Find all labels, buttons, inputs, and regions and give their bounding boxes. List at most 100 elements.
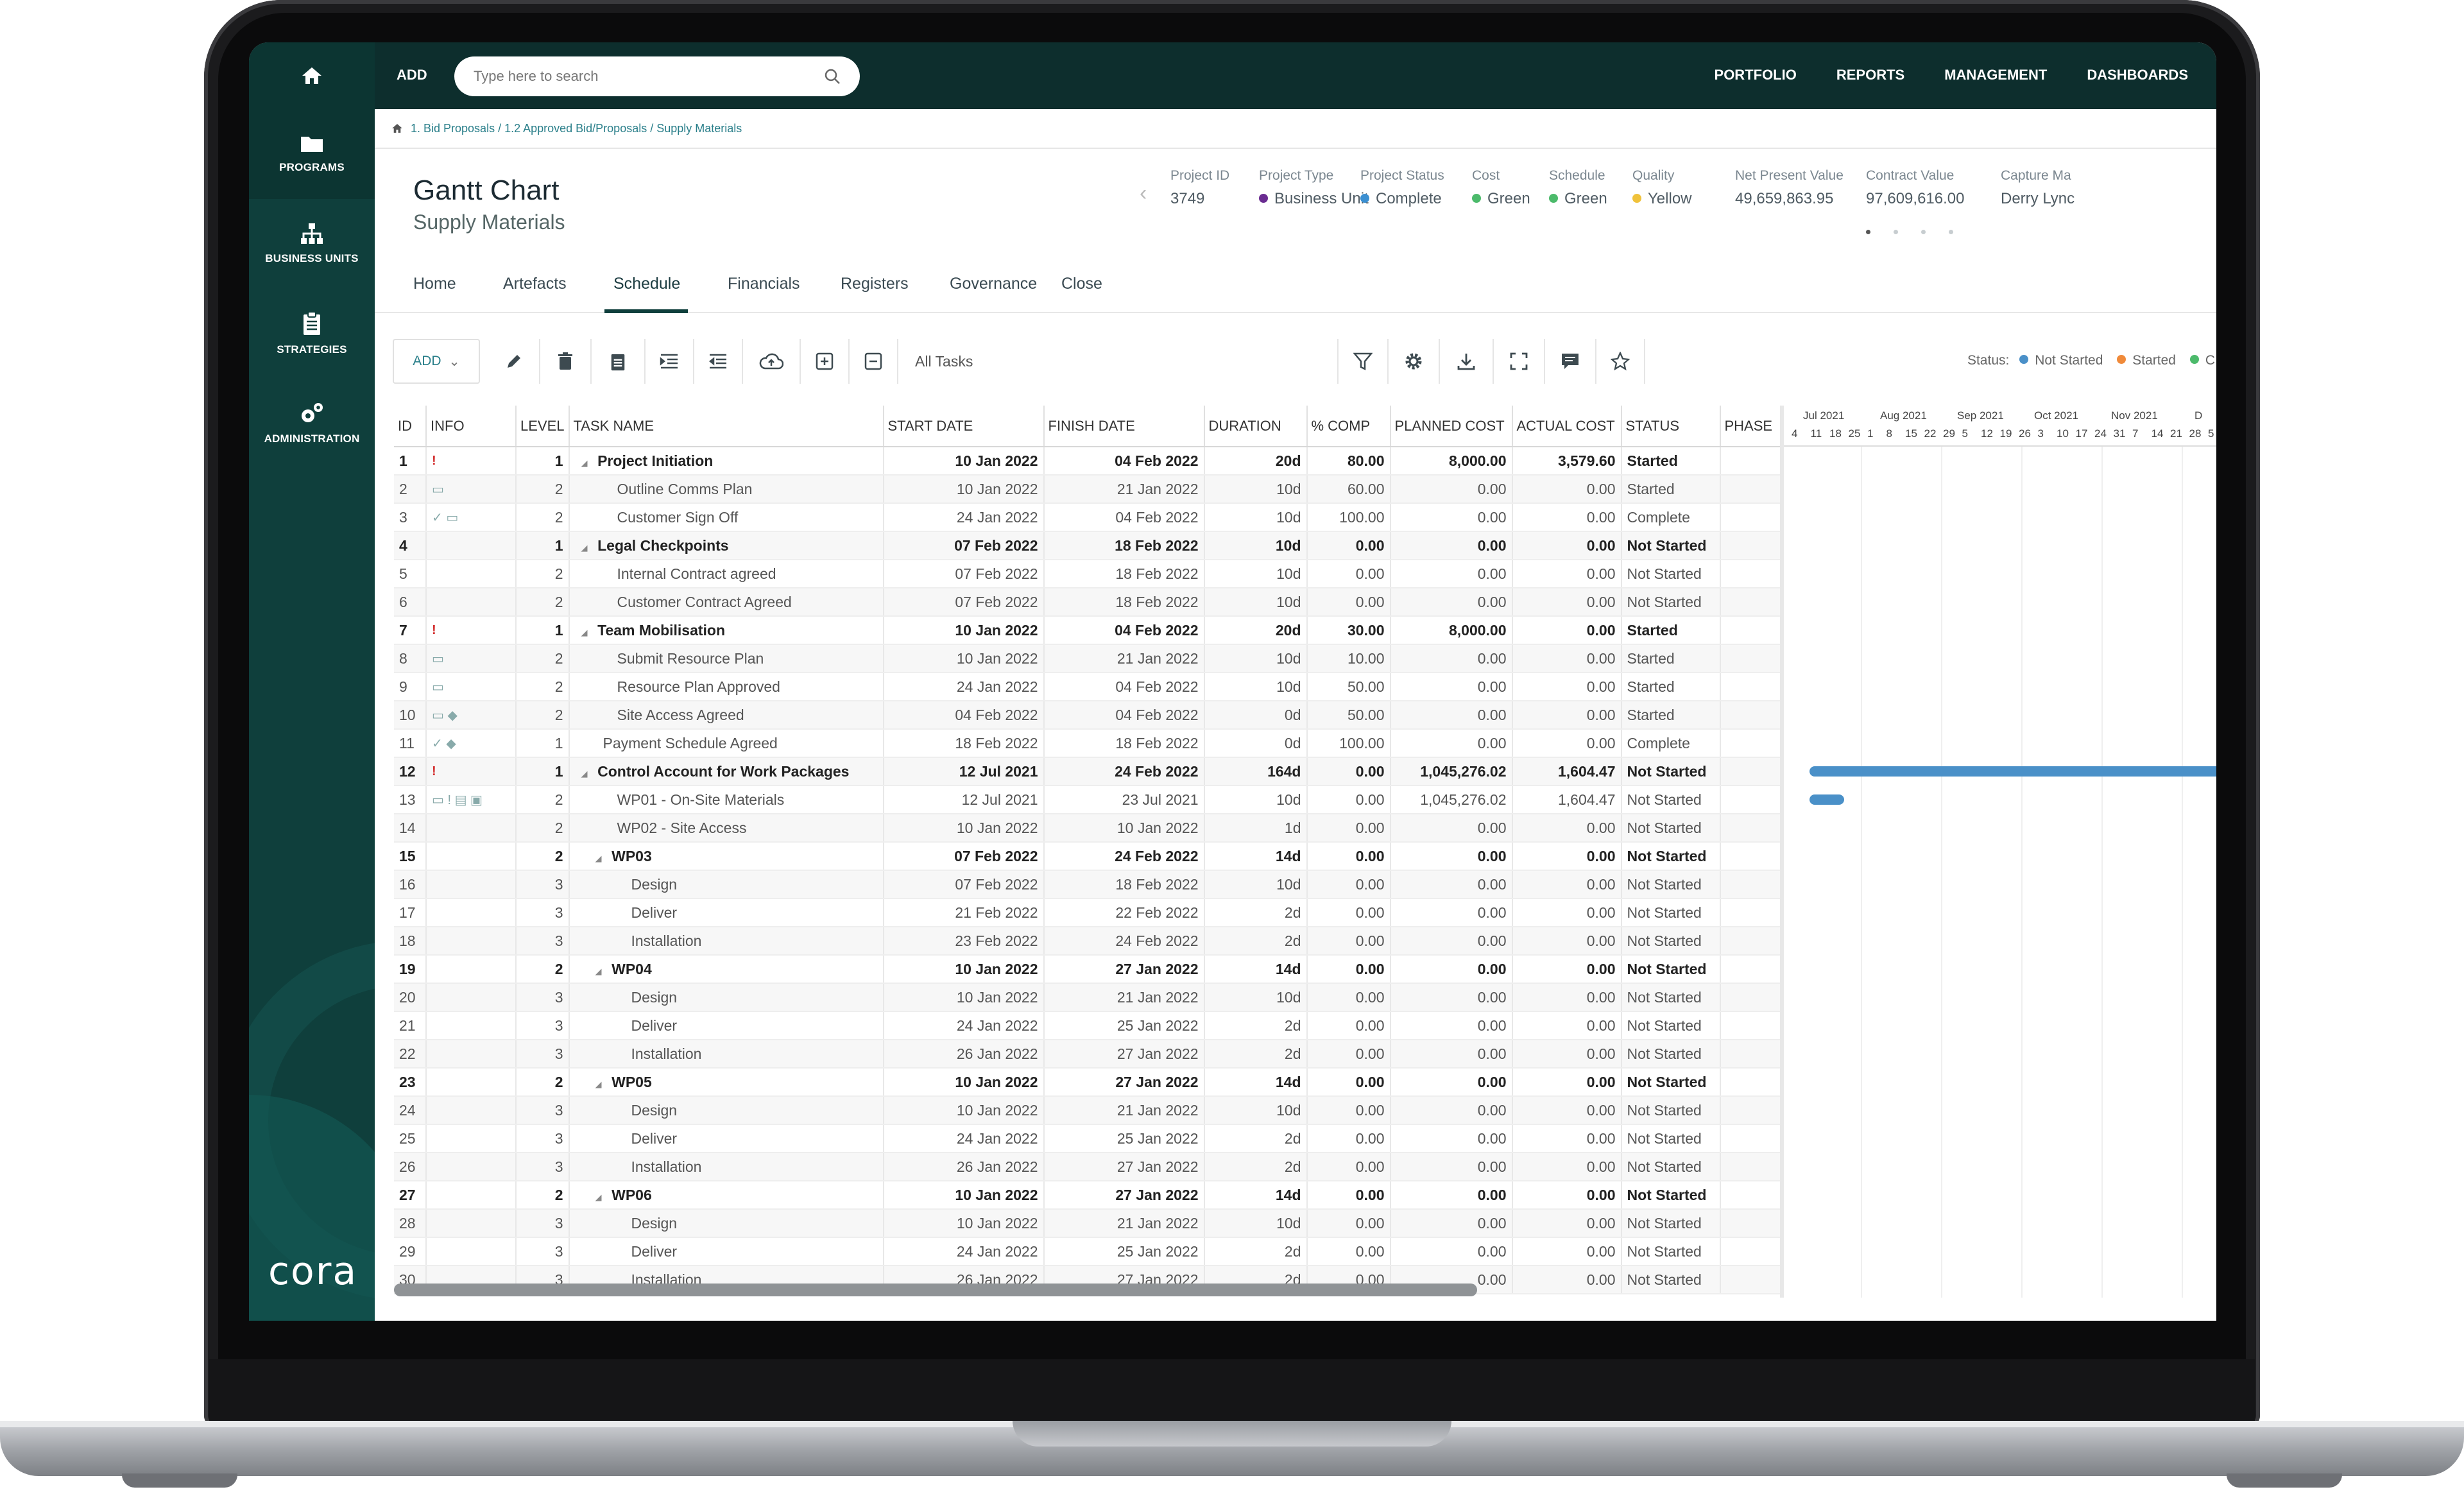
- collapse-toggle-icon[interactable]: ◢: [595, 1192, 604, 1202]
- download-button[interactable]: [1440, 339, 1494, 384]
- tab-home[interactable]: Home: [413, 275, 456, 293]
- delete-button[interactable]: [540, 339, 592, 384]
- task-name[interactable]: WP05: [612, 1074, 652, 1090]
- toolbar-add-button[interactable]: ADD ⌄: [393, 339, 480, 384]
- collapse-toggle-icon[interactable]: ◢: [581, 769, 590, 778]
- task-name[interactable]: Design: [631, 1215, 678, 1232]
- task-filter-select[interactable]: All Tasks: [915, 353, 973, 370]
- expand-all-button[interactable]: [801, 339, 850, 384]
- nav-management[interactable]: MANAGEMENT: [1944, 67, 2047, 83]
- sidebar-item-business-units[interactable]: BUSINESS UNITS: [249, 199, 375, 289]
- task-name[interactable]: Deliver: [631, 1243, 678, 1260]
- column-header-info[interactable]: INFO: [426, 406, 517, 447]
- column-header-status[interactable]: STATUS: [1621, 406, 1721, 447]
- table-row[interactable]: 21 3 Deliver 24 Jan 2022 25 Jan 2022 2d 0.00 0.…: [394, 1011, 1804, 1040]
- collapse-toggle-icon[interactable]: ◢: [581, 543, 590, 553]
- table-row[interactable]: 16 3 Design 07 Feb 2022 18 Feb 2022 10d 0.00 0.…: [394, 870, 1804, 899]
- table-row[interactable]: 27 2 ◢ WP06 10 Jan 2022 27 Jan 2022 14d 0.00 0.…: [394, 1181, 1804, 1210]
- fullscreen-button[interactable]: [1494, 339, 1545, 384]
- home-button[interactable]: [249, 42, 375, 109]
- task-name[interactable]: Resource Plan Approved: [617, 678, 780, 695]
- table-row[interactable]: 1! 1 ◢ Project Initiation 10 Jan 2022 04 Feb…: [394, 447, 1804, 476]
- task-name[interactable]: Legal Checkpoints: [597, 537, 728, 554]
- table-row[interactable]: 10 ▭ ◆ 2 Site Access Agreed 04 Feb 2022 04 Fe…: [394, 701, 1804, 730]
- collapse-toggle-icon[interactable]: ◢: [595, 966, 604, 976]
- task-name[interactable]: WP01 - On-Site Materials: [617, 791, 785, 808]
- table-row[interactable]: 22 3 Installation 26 Jan 2022 27 Jan 2022 2d 0…: [394, 1040, 1804, 1069]
- table-row[interactable]: 6 2 Customer Contract Agreed 07 Feb 2022 18 …: [394, 588, 1804, 617]
- gantt-bar-control-account[interactable]: [1810, 766, 2216, 777]
- task-name[interactable]: Deliver: [631, 1017, 678, 1034]
- kpi-prev-chevron-icon[interactable]: ‹: [1140, 181, 1147, 206]
- task-name[interactable]: WP02 - Site Access: [617, 820, 747, 836]
- task-name[interactable]: Design: [631, 1102, 678, 1119]
- tab-financials[interactable]: Financials: [728, 275, 800, 293]
- collapse-toggle-icon[interactable]: ◢: [581, 458, 590, 468]
- nav-reports[interactable]: REPORTS: [1836, 67, 1904, 83]
- task-name[interactable]: Control Account for Work Packages: [597, 763, 849, 780]
- task-name[interactable]: Design: [631, 989, 678, 1006]
- table-row[interactable]: 28 3 Design 10 Jan 2022 21 Jan 2022 10d 0.00 0.…: [394, 1209, 1804, 1238]
- tab-governance[interactable]: Governance: [950, 275, 1037, 293]
- task-name[interactable]: Customer Sign Off: [617, 509, 739, 526]
- add-menu-button[interactable]: ADD: [397, 67, 427, 83]
- breadcrumb-path[interactable]: 1. Bid Proposals / 1.2 Approved Bid/Prop…: [411, 122, 742, 135]
- table-row[interactable]: 2 ▭ 2 Outline Comms Plan 10 Jan 2022 21 Jan 2…: [394, 475, 1804, 504]
- task-name[interactable]: Outline Comms Plan: [617, 481, 753, 497]
- task-name[interactable]: Team Mobilisation: [597, 622, 725, 639]
- table-row[interactable]: 14 2 WP02 - Site Access 10 Jan 2022 10 Jan 2…: [394, 814, 1804, 843]
- comments-button[interactable]: [1545, 339, 1596, 384]
- table-row[interactable]: 15 2 ◢ WP03 07 Feb 2022 24 Feb 2022 14d 0.00 0.…: [394, 842, 1804, 871]
- horizontal-scrollbar[interactable]: [394, 1284, 1477, 1296]
- table-row[interactable]: 12! 1 ◢ Control Account for Work Packages 1…: [394, 757, 1804, 786]
- tab-schedule[interactable]: Schedule: [613, 275, 680, 293]
- table-row[interactable]: 3 ✓ ▭ 2 Customer Sign Off 24 Jan 2022 04 Feb …: [394, 503, 1804, 532]
- settings-button[interactable]: [1389, 339, 1440, 384]
- task-name[interactable]: Site Access Agreed: [617, 707, 744, 723]
- task-name[interactable]: Installation: [631, 932, 702, 949]
- table-row[interactable]: 5 2 Internal Contract agreed 07 Feb 2022 18 …: [394, 560, 1804, 588]
- table-row[interactable]: 9 ▭ 2 Resource Plan Approved 24 Jan 2022 04 F…: [394, 673, 1804, 701]
- column-header-task-name[interactable]: TASK NAME: [569, 406, 884, 447]
- table-row[interactable]: 4 1 ◢ Legal Checkpoints 07 Feb 2022 18 Feb 2…: [394, 531, 1804, 560]
- collapse-toggle-icon[interactable]: ◢: [595, 854, 604, 863]
- edit-button[interactable]: [489, 339, 540, 384]
- task-name[interactable]: WP06: [612, 1187, 652, 1203]
- indent-button[interactable]: [646, 339, 694, 384]
- column-header-actual-cost[interactable]: ACTUAL COST: [1512, 406, 1622, 447]
- nav-dashboards[interactable]: DASHBOARDS: [2087, 67, 2188, 83]
- table-row[interactable]: 25 3 Deliver 24 Jan 2022 25 Jan 2022 2d 0.00 0.…: [394, 1124, 1804, 1153]
- table-row[interactable]: 29 3 Deliver 24 Jan 2022 25 Jan 2022 2d 0.00 0.…: [394, 1237, 1804, 1266]
- task-name[interactable]: WP04: [612, 961, 652, 977]
- task-name[interactable]: Project Initiation: [597, 452, 713, 469]
- table-row[interactable]: 23 2 ◢ WP05 10 Jan 2022 27 Jan 2022 14d 0.00 0.…: [394, 1068, 1804, 1097]
- tab-artefacts[interactable]: Artefacts: [503, 275, 567, 293]
- search-box[interactable]: Type here to search: [454, 56, 860, 96]
- task-name[interactable]: Internal Contract agreed: [617, 565, 776, 582]
- task-name[interactable]: WP03: [612, 848, 652, 864]
- sidebar-item-administration[interactable]: ADMINISTRATION: [249, 379, 375, 468]
- task-name[interactable]: Installation: [631, 1158, 702, 1175]
- table-row[interactable]: 18 3 Installation 23 Feb 2022 24 Feb 2022 2d 0…: [394, 927, 1804, 956]
- task-name[interactable]: Design: [631, 876, 678, 893]
- collapse-toggle-icon[interactable]: ◢: [581, 628, 590, 637]
- sidebar-item-strategies[interactable]: STRATEGIES: [249, 289, 375, 379]
- column-header-level[interactable]: LEVEL: [516, 406, 570, 447]
- table-row[interactable]: 8 ▭ 2 Submit Resource Plan 10 Jan 2022 21 Jan…: [394, 644, 1804, 673]
- search-input[interactable]: Type here to search: [474, 68, 824, 85]
- outdent-button[interactable]: [694, 339, 743, 384]
- favourite-button[interactable]: [1596, 339, 1645, 384]
- task-name[interactable]: Deliver: [631, 904, 678, 921]
- collapse-all-button[interactable]: [850, 339, 898, 384]
- sidebar-item-programs[interactable]: PROGRAMS: [249, 109, 375, 199]
- table-row[interactable]: 20 3 Design 10 Jan 2022 21 Jan 2022 10d 0.00 0.…: [394, 983, 1804, 1012]
- nav-portfolio[interactable]: PORTFOLIO: [1715, 67, 1797, 83]
- table-row[interactable]: 19 2 ◢ WP04 10 Jan 2022 27 Jan 2022 14d 0.00 0.…: [394, 955, 1804, 984]
- clipboard-button[interactable]: [592, 339, 646, 384]
- task-name[interactable]: Customer Contract Agreed: [617, 594, 792, 610]
- search-icon[interactable]: [824, 68, 841, 85]
- column-header--comp[interactable]: % COMP: [1306, 406, 1391, 447]
- table-row[interactable]: 24 3 Design 10 Jan 2022 21 Jan 2022 10d 0.00 0.…: [394, 1096, 1804, 1125]
- task-name[interactable]: Submit Resource Plan: [617, 650, 764, 667]
- collapse-toggle-icon[interactable]: ◢: [595, 1079, 604, 1089]
